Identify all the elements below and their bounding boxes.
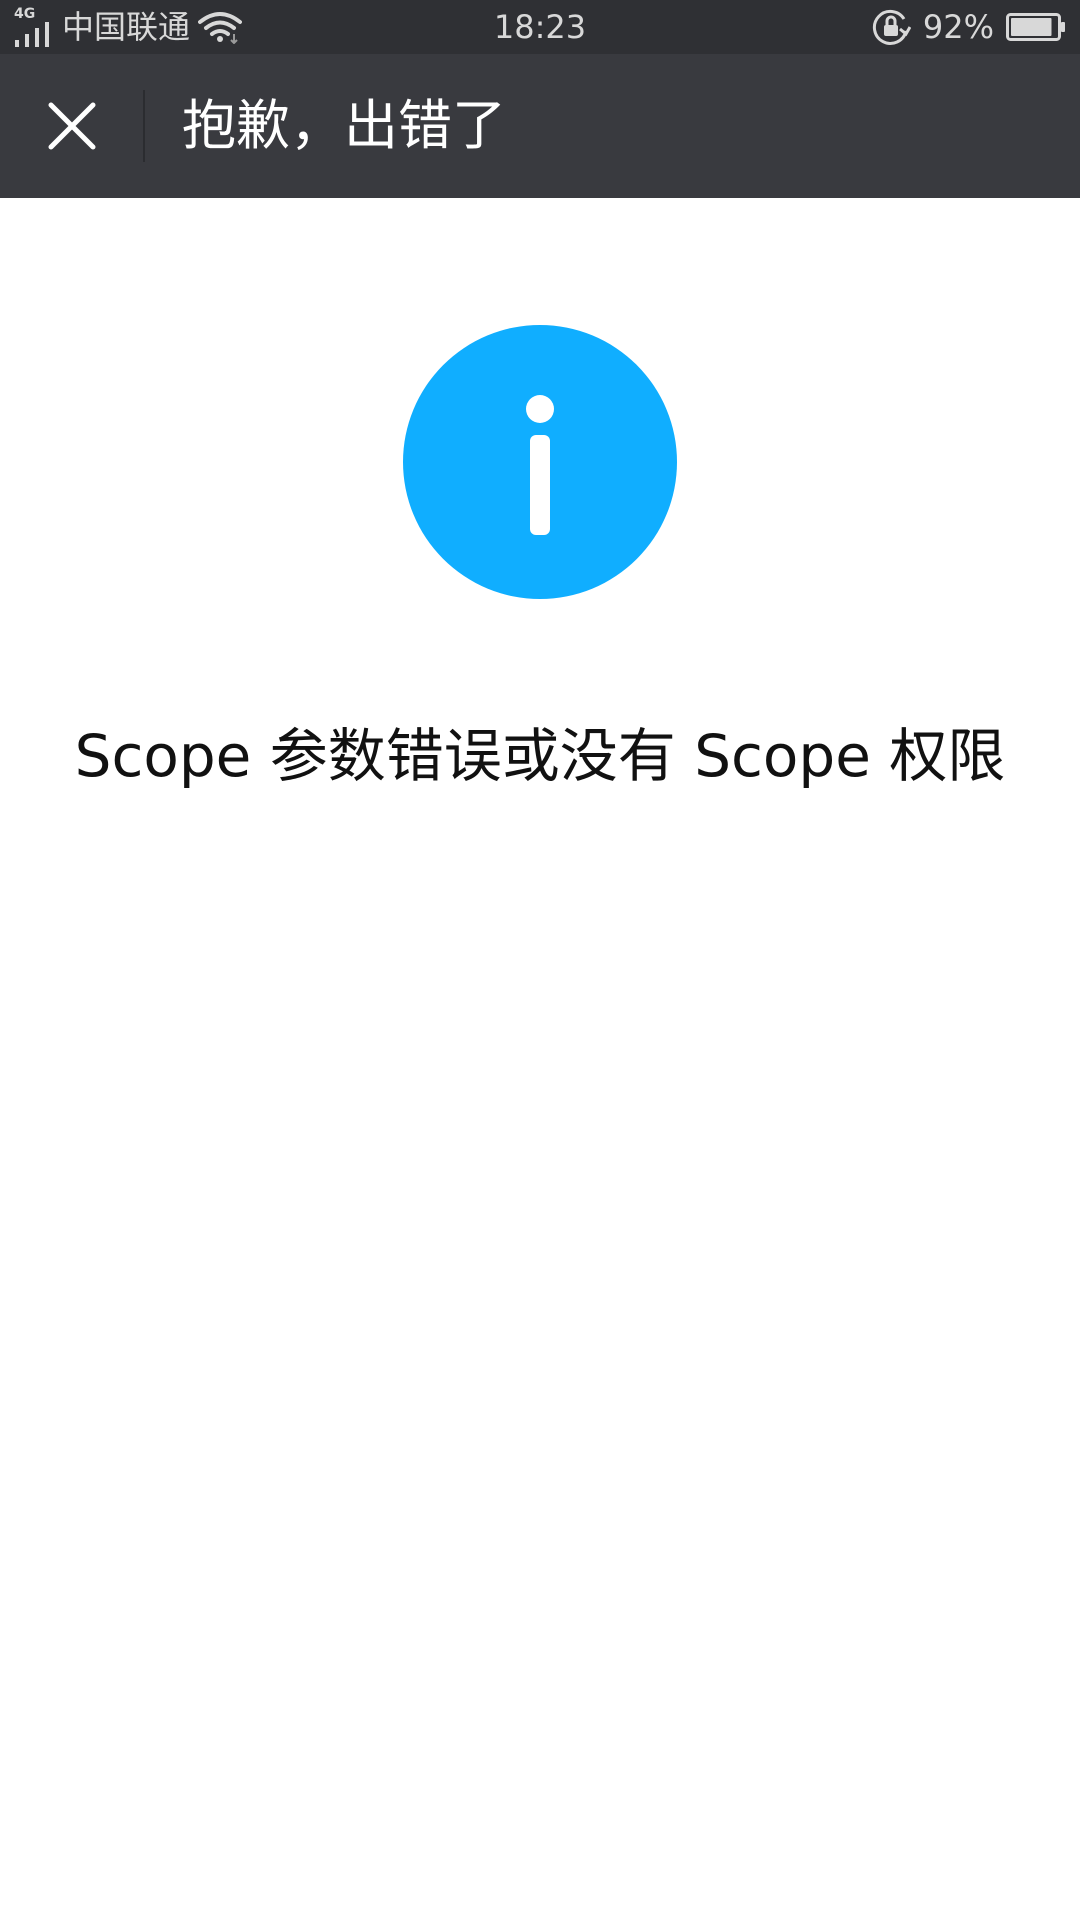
close-button[interactable] xyxy=(24,78,120,174)
status-right: 92% xyxy=(871,0,1066,54)
network-type-label: 4G xyxy=(14,6,36,22)
battery-percentage: 92% xyxy=(922,8,994,46)
carrier-name: 中国联通 xyxy=(62,8,191,46)
signal-indicator: 4G xyxy=(14,7,56,47)
close-icon xyxy=(48,102,96,150)
error-message: Scope 参数错误或没有 Scope 权限 xyxy=(74,722,1006,790)
battery-icon xyxy=(1006,13,1065,41)
rotation-lock-icon xyxy=(872,9,911,45)
status-left: 4G 中国联通 xyxy=(14,0,243,54)
signal-icon xyxy=(15,22,49,47)
battery-fill xyxy=(1011,18,1052,36)
title-bar: 抱歉，出错了 xyxy=(0,54,1080,198)
title-divider xyxy=(143,90,145,162)
page-title: 抱歉，出错了 xyxy=(182,94,506,157)
wifi-icon xyxy=(198,12,243,44)
status-bar: 4G 中国联通 18:23 92% xyxy=(0,0,1080,54)
info-icon xyxy=(403,325,677,599)
